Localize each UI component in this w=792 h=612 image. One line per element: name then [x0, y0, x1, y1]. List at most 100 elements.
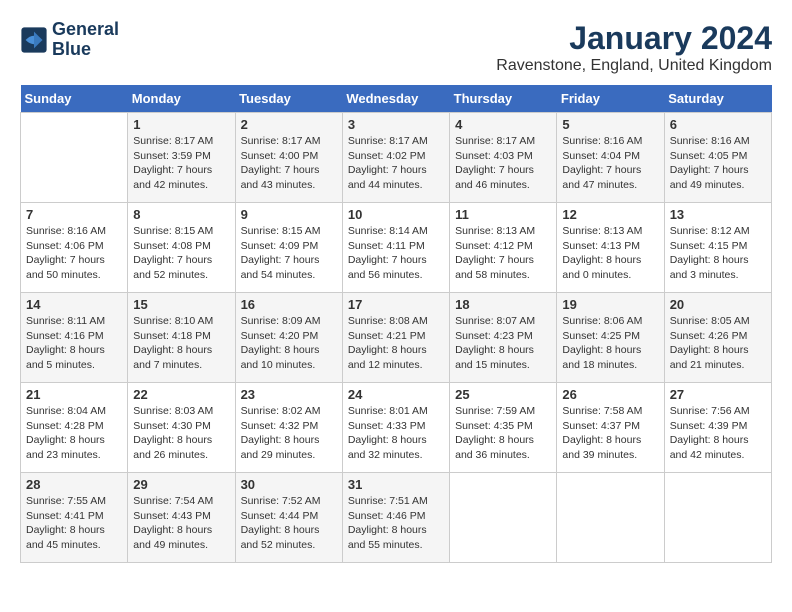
day-info: Sunrise: 8:08 AMSunset: 4:21 PMDaylight:… — [348, 314, 444, 373]
day-info: Sunrise: 7:58 AMSunset: 4:37 PMDaylight:… — [562, 404, 658, 463]
calendar-cell: 24 Sunrise: 8:01 AMSunset: 4:33 PMDayligh… — [342, 383, 449, 473]
day-info: Sunrise: 8:17 AMSunset: 4:00 PMDaylight:… — [241, 134, 337, 193]
day-number: 14 — [26, 297, 122, 312]
day-of-week-header: Tuesday — [235, 85, 342, 113]
day-info: Sunrise: 7:56 AMSunset: 4:39 PMDaylight:… — [670, 404, 766, 463]
day-number: 12 — [562, 207, 658, 222]
day-info: Sunrise: 8:16 AMSunset: 4:06 PMDaylight:… — [26, 224, 122, 283]
day-number: 26 — [562, 387, 658, 402]
month-title: January 2024 — [496, 20, 772, 57]
calendar-cell: 23 Sunrise: 8:02 AMSunset: 4:32 PMDayligh… — [235, 383, 342, 473]
day-of-week-header: Sunday — [21, 85, 128, 113]
day-number: 16 — [241, 297, 337, 312]
logo: General Blue — [20, 20, 119, 60]
day-info: Sunrise: 8:15 AMSunset: 4:09 PMDaylight:… — [241, 224, 337, 283]
calendar-cell: 2Sunrise: 8:17 AMSunset: 4:00 PMDaylight… — [235, 113, 342, 203]
calendar-week-row: 1 Sunrise: 8:17 AMSunset: 3:59 PMDaylight… — [21, 113, 772, 203]
day-info: Sunrise: 8:02 AMSunset: 4:32 PMDaylight:… — [241, 404, 337, 463]
day-number: 31 — [348, 477, 444, 492]
day-info: Sunrise: 8:05 AMSunset: 4:26 PMDaylight:… — [670, 314, 766, 373]
day-number: 25 — [455, 387, 551, 402]
calendar-cell — [450, 473, 557, 563]
calendar-cell: 21Sunrise: 8:04 AMSunset: 4:28 PMDayligh… — [21, 383, 128, 473]
calendar-cell: 22 Sunrise: 8:03 AMSunset: 4:30 PMDayligh… — [128, 383, 235, 473]
calendar-cell: 27 Sunrise: 7:56 AMSunset: 4:39 PMDayligh… — [664, 383, 771, 473]
calendar-cell: 9Sunrise: 8:15 AMSunset: 4:09 PMDaylight… — [235, 203, 342, 293]
day-info: Sunrise: 8:16 AMSunset: 4:04 PMDaylight:… — [562, 134, 658, 193]
day-number: 17 — [348, 297, 444, 312]
calendar-cell: 4 Sunrise: 8:17 AMSunset: 4:03 PMDaylight… — [450, 113, 557, 203]
day-number: 24 — [348, 387, 444, 402]
calendar-cell: 19Sunrise: 8:06 AMSunset: 4:25 PMDayligh… — [557, 293, 664, 383]
logo-line1: General — [52, 20, 119, 40]
location: Ravenstone, England, United Kingdom — [496, 57, 772, 75]
calendar-cell: 10Sunrise: 8:14 AMSunset: 4:11 PMDayligh… — [342, 203, 449, 293]
calendar-cell — [21, 113, 128, 203]
calendar-cell: 5 Sunrise: 8:16 AMSunset: 4:04 PMDaylight… — [557, 113, 664, 203]
day-number: 28 — [26, 477, 122, 492]
day-number: 6 — [670, 117, 766, 132]
calendar-cell: 17 Sunrise: 8:08 AMSunset: 4:21 PMDayligh… — [342, 293, 449, 383]
day-number: 5 — [562, 117, 658, 132]
day-info: Sunrise: 8:03 AMSunset: 4:30 PMDaylight:… — [133, 404, 229, 463]
day-number: 20 — [670, 297, 766, 312]
calendar-cell: 7 Sunrise: 8:16 AMSunset: 4:06 PMDaylight… — [21, 203, 128, 293]
day-number: 22 — [133, 387, 229, 402]
day-info: Sunrise: 7:59 AMSunset: 4:35 PMDaylight:… — [455, 404, 551, 463]
day-info: Sunrise: 8:07 AMSunset: 4:23 PMDaylight:… — [455, 314, 551, 373]
calendar-cell: 18Sunrise: 8:07 AMSunset: 4:23 PMDayligh… — [450, 293, 557, 383]
calendar-cell: 12 Sunrise: 8:13 AMSunset: 4:13 PMDayligh… — [557, 203, 664, 293]
calendar-cell: 28Sunrise: 7:55 AMSunset: 4:41 PMDayligh… — [21, 473, 128, 563]
day-number: 30 — [241, 477, 337, 492]
day-info: Sunrise: 8:09 AMSunset: 4:20 PMDaylight:… — [241, 314, 337, 373]
day-number: 13 — [670, 207, 766, 222]
day-number: 3 — [348, 117, 444, 132]
calendar-week-row: 14 Sunrise: 8:11 AMSunset: 4:16 PMDayligh… — [21, 293, 772, 383]
calendar-cell: 14 Sunrise: 8:11 AMSunset: 4:16 PMDayligh… — [21, 293, 128, 383]
calendar-cell: 3 Sunrise: 8:17 AMSunset: 4:02 PMDaylight… — [342, 113, 449, 203]
day-info: Sunrise: 7:54 AMSunset: 4:43 PMDaylight:… — [133, 494, 229, 553]
day-info: Sunrise: 8:17 AMSunset: 4:03 PMDaylight:… — [455, 134, 551, 193]
calendar-cell — [557, 473, 664, 563]
day-of-week-header: Friday — [557, 85, 664, 113]
calendar-cell: 6Sunrise: 8:16 AMSunset: 4:05 PMDaylight… — [664, 113, 771, 203]
day-info: Sunrise: 8:11 AMSunset: 4:16 PMDaylight:… — [26, 314, 122, 373]
day-info: Sunrise: 8:17 AMSunset: 4:02 PMDaylight:… — [348, 134, 444, 193]
day-number: 10 — [348, 207, 444, 222]
day-info: Sunrise: 8:17 AMSunset: 3:59 PMDaylight:… — [133, 134, 229, 193]
calendar-cell: 26 Sunrise: 7:58 AMSunset: 4:37 PMDayligh… — [557, 383, 664, 473]
day-info: Sunrise: 8:10 AMSunset: 4:18 PMDaylight:… — [133, 314, 229, 373]
calendar-cell: 25 Sunrise: 7:59 AMSunset: 4:35 PMDayligh… — [450, 383, 557, 473]
calendar-cell: 13 Sunrise: 8:12 AMSunset: 4:15 PMDayligh… — [664, 203, 771, 293]
calendar-cell: 29 Sunrise: 7:54 AMSunset: 4:43 PMDayligh… — [128, 473, 235, 563]
day-of-week-header: Saturday — [664, 85, 771, 113]
page-header: General Blue January 2024 Ravenstone, En… — [20, 20, 772, 75]
day-info: Sunrise: 7:52 AMSunset: 4:44 PMDaylight:… — [241, 494, 337, 553]
calendar-week-row: 7 Sunrise: 8:16 AMSunset: 4:06 PMDaylight… — [21, 203, 772, 293]
day-info: Sunrise: 8:15 AMSunset: 4:08 PMDaylight:… — [133, 224, 229, 283]
calendar-cell: 30 Sunrise: 7:52 AMSunset: 4:44 PMDayligh… — [235, 473, 342, 563]
day-number: 29 — [133, 477, 229, 492]
calendar-cell: 15Sunrise: 8:10 AMSunset: 4:18 PMDayligh… — [128, 293, 235, 383]
day-number: 8 — [133, 207, 229, 222]
logo-icon — [20, 26, 48, 54]
day-info: Sunrise: 8:13 AMSunset: 4:13 PMDaylight:… — [562, 224, 658, 283]
calendar-header-row: SundayMondayTuesdayWednesdayThursdayFrid… — [21, 85, 772, 113]
calendar-table: SundayMondayTuesdayWednesdayThursdayFrid… — [20, 85, 772, 563]
calendar-cell — [664, 473, 771, 563]
day-number: 19 — [562, 297, 658, 312]
calendar-week-row: 21Sunrise: 8:04 AMSunset: 4:28 PMDayligh… — [21, 383, 772, 473]
calendar-cell: 16 Sunrise: 8:09 AMSunset: 4:20 PMDayligh… — [235, 293, 342, 383]
day-info: Sunrise: 7:51 AMSunset: 4:46 PMDaylight:… — [348, 494, 444, 553]
day-info: Sunrise: 8:01 AMSunset: 4:33 PMDaylight:… — [348, 404, 444, 463]
day-number: 4 — [455, 117, 551, 132]
calendar-cell: 20 Sunrise: 8:05 AMSunset: 4:26 PMDayligh… — [664, 293, 771, 383]
day-number: 23 — [241, 387, 337, 402]
calendar-cell: 8 Sunrise: 8:15 AMSunset: 4:08 PMDaylight… — [128, 203, 235, 293]
day-info: Sunrise: 8:12 AMSunset: 4:15 PMDaylight:… — [670, 224, 766, 283]
title-block: January 2024 Ravenstone, England, United… — [496, 20, 772, 75]
calendar-cell: 31 Sunrise: 7:51 AMSunset: 4:46 PMDayligh… — [342, 473, 449, 563]
day-number: 1 — [133, 117, 229, 132]
day-number: 7 — [26, 207, 122, 222]
day-number: 27 — [670, 387, 766, 402]
